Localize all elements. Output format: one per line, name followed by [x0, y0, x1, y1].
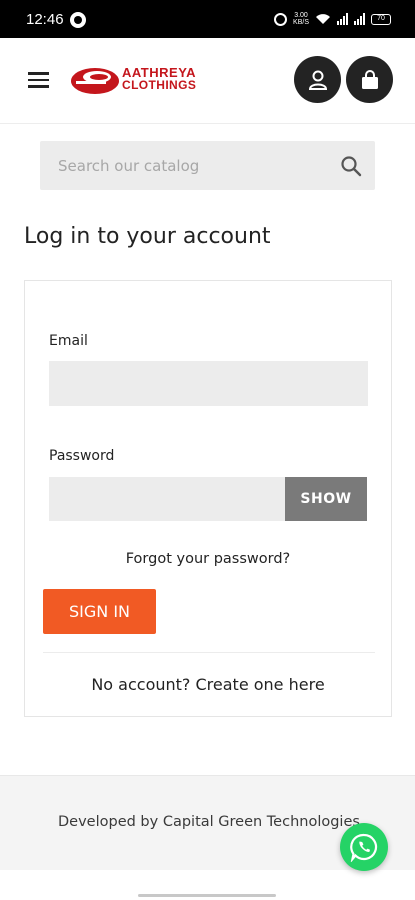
alarm-icon: [274, 12, 288, 26]
cart-button[interactable]: [346, 56, 393, 103]
user-icon: [308, 70, 327, 90]
footer-credit: Developed by Capital Green Technologies: [58, 814, 360, 830]
account-button[interactable]: [294, 56, 341, 103]
forgot-password-link[interactable]: Forgot your password?: [25, 551, 391, 567]
password-label: Password: [49, 448, 115, 464]
signal-icon-1: [337, 13, 348, 25]
search-bar: [40, 141, 375, 190]
network-speed: 3.00 KB/S: [293, 12, 309, 26]
password-field[interactable]: [49, 477, 285, 521]
brand-logo[interactable]: AATHREYA CLOTHINGS: [70, 62, 215, 98]
search-input[interactable]: [40, 141, 330, 190]
show-password-button[interactable]: SHOW: [285, 477, 367, 521]
hamburger-menu-icon[interactable]: [28, 72, 49, 88]
status-icons: 3.00 KB/S 70: [274, 11, 391, 27]
call-icon: [70, 12, 86, 28]
create-account-link[interactable]: No account? Create one here: [25, 675, 391, 694]
site-header: AATHREYA CLOTHINGS: [0, 38, 415, 124]
page-title: Log in to your account: [24, 224, 271, 249]
status-bar: 12:46 3.00 KB/S 70: [0, 0, 415, 38]
network-speed-value: 3.00: [294, 12, 308, 19]
logo-mark-icon: [71, 68, 119, 94]
whatsapp-button[interactable]: [340, 823, 388, 871]
home-indicator: [138, 894, 276, 897]
email-label: Email: [49, 333, 88, 349]
wifi-icon: [316, 14, 330, 24]
status-time: 12:46: [26, 11, 64, 28]
signal-icon-2: [354, 13, 365, 25]
network-speed-unit: KB/S: [293, 19, 309, 26]
brand-line2: CLOTHINGS: [122, 78, 197, 92]
whatsapp-icon: [350, 833, 378, 862]
email-field[interactable]: [49, 361, 368, 406]
sign-in-button[interactable]: SIGN IN: [43, 589, 156, 634]
search-icon[interactable]: [339, 154, 363, 178]
divider: [43, 652, 375, 653]
brand-name: AATHREYA CLOTHINGS: [122, 66, 196, 92]
login-form: Email Password SHOW Forgot your password…: [24, 280, 392, 717]
shopping-bag-icon: [361, 69, 378, 89]
battery-icon: 70: [371, 13, 391, 25]
